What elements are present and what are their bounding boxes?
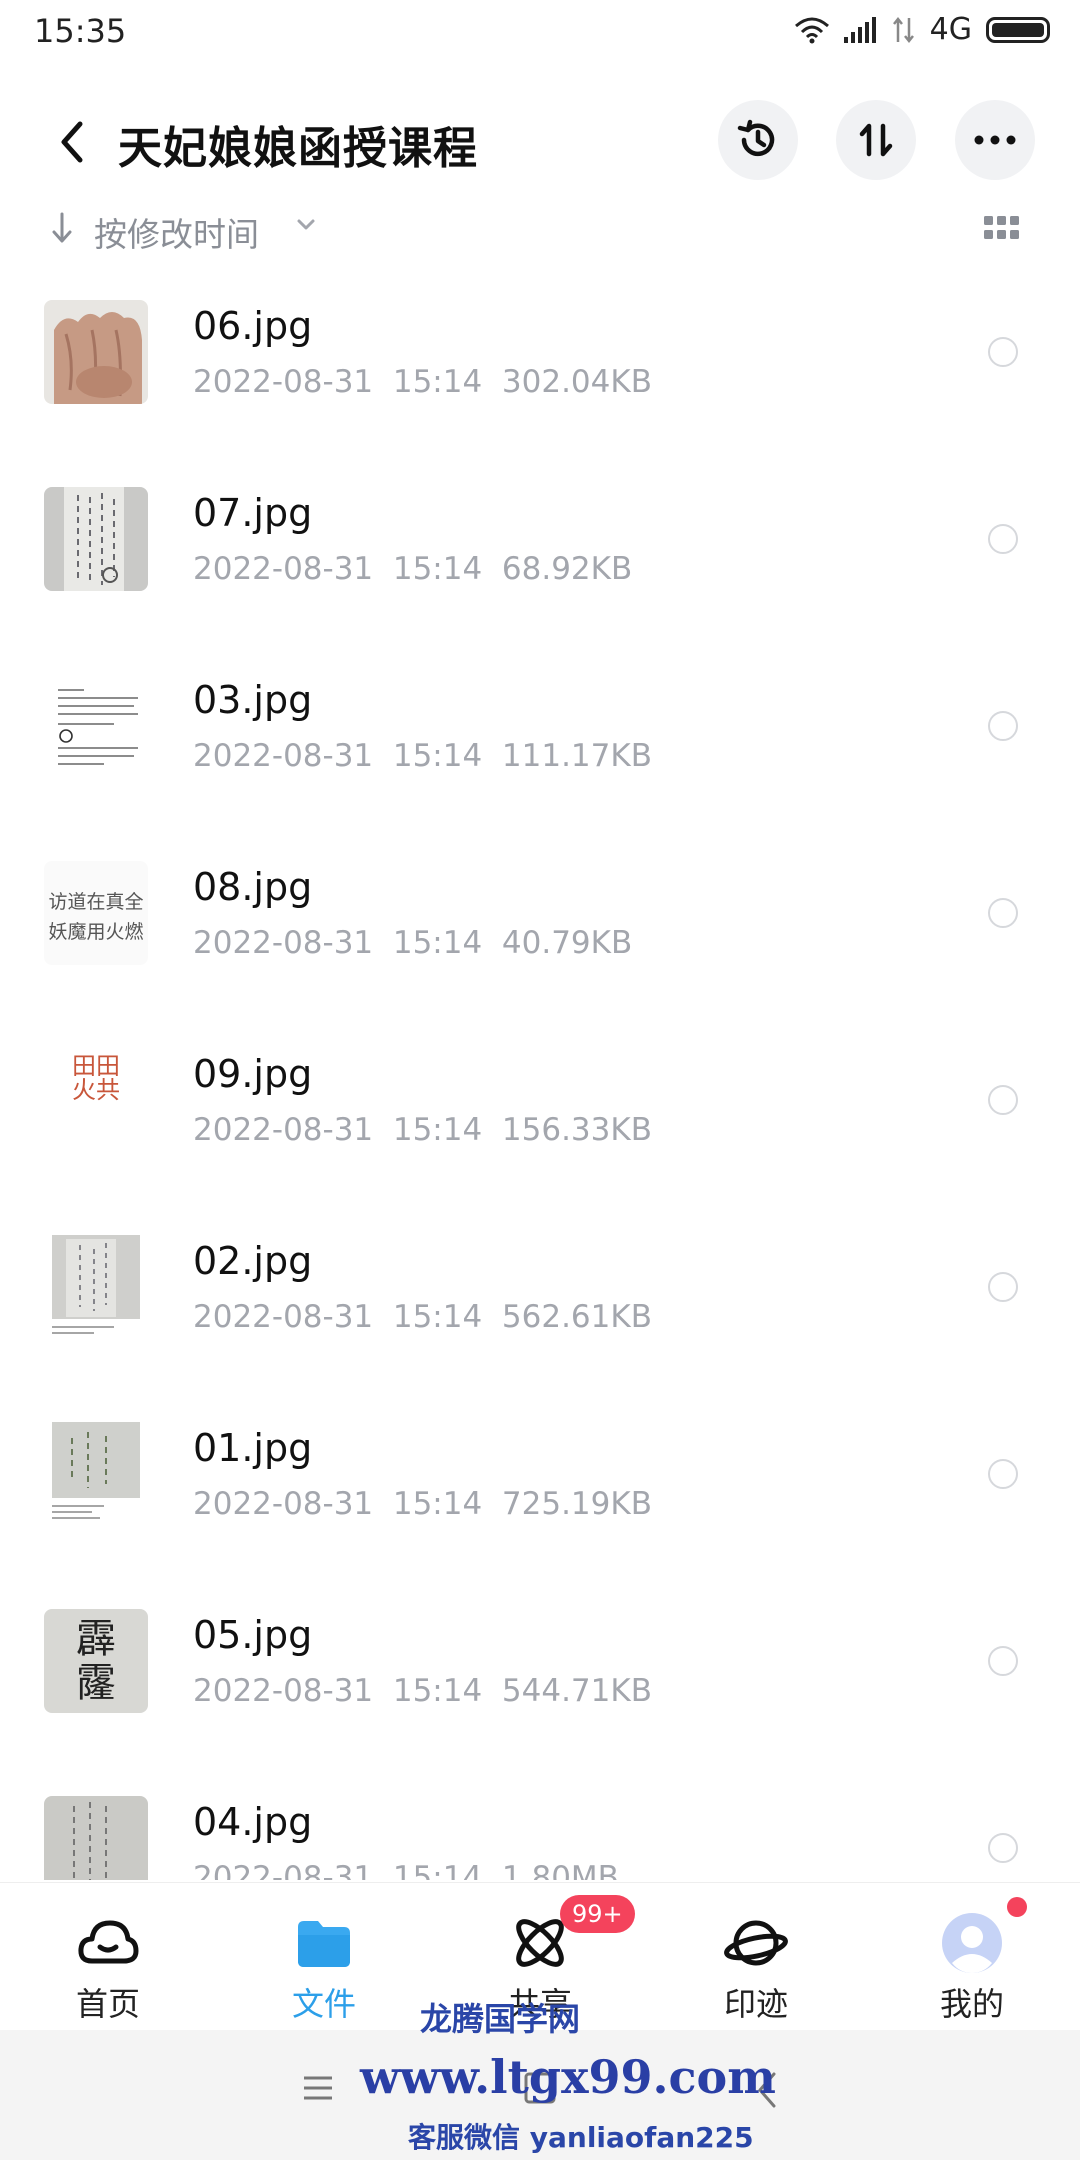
menu-icon[interactable] (300, 2070, 336, 2106)
nav-item-me[interactable]: 我的 (864, 1883, 1080, 2031)
file-thumbnail: 访道在真全 妖魔用火燃 (44, 861, 148, 965)
chevron-left-icon (61, 121, 83, 163)
arrow-down-icon (52, 212, 72, 243)
file-thumbnail (44, 487, 148, 591)
select-radio[interactable] (988, 1459, 1018, 1489)
file-name: 09.jpg (193, 1052, 313, 1096)
status-bar: 15:35 4G (0, 0, 1080, 66)
thumbnail-calligraphy: 田田火共 (72, 1052, 120, 1104)
file-name: 03.jpg (193, 678, 313, 722)
file-thumbnail (44, 1422, 148, 1526)
select-radio[interactable] (988, 711, 1018, 741)
status-time: 15:35 (34, 12, 127, 50)
scan-photo-thumbnail (44, 1235, 148, 1339)
nav-item-files[interactable]: 文件 (216, 1883, 432, 2031)
file-row[interactable]: 访道在真全 妖魔用火燃 08.jpg 2022-08-31 15:14 40.7… (0, 841, 1080, 1028)
file-row[interactable]: 01.jpg 2022-08-31 15:14 725.19KB (0, 1402, 1080, 1589)
file-name: 05.jpg (193, 1613, 313, 1657)
nav-label: 文件 (291, 1985, 356, 2023)
file-meta: 2022-08-31 15:14 111.17KB (193, 738, 652, 774)
file-thumbnail: 田田火共 (44, 1048, 148, 1152)
notification-dot (1007, 1897, 1027, 1917)
talisman-photo-thumbnail (44, 487, 148, 591)
planet-icon (724, 1920, 788, 1966)
file-row[interactable]: 02.jpg 2022-08-31 15:14 562.61KB (0, 1215, 1080, 1402)
file-row[interactable]: 田田火共 09.jpg 2022-08-31 15:14 156.33KB (0, 1028, 1080, 1215)
nav-item-home[interactable]: 首页 (0, 1883, 216, 2031)
file-name: 01.jpg (193, 1426, 313, 1470)
nav-item-traces[interactable]: 印迹 (648, 1883, 864, 2031)
file-thumbnail: 霹霳 (44, 1609, 148, 1713)
select-radio[interactable] (988, 1833, 1018, 1863)
header: 天妃娘娘函授课程 (0, 92, 1080, 192)
file-thumbnail (44, 1235, 148, 1339)
file-name: 07.jpg (193, 491, 313, 535)
select-radio[interactable] (988, 337, 1018, 367)
file-name: 06.jpg (193, 304, 313, 348)
fist-photo-thumbnail (44, 300, 148, 404)
wifi-icon (794, 17, 829, 43)
nav-label: 印迹 (723, 1985, 788, 2023)
file-row[interactable]: 06.jpg 2022-08-31 15:14 302.04KB (0, 280, 1080, 467)
network-type: 4G (929, 12, 972, 47)
folder-icon (298, 1921, 350, 1967)
file-name: 02.jpg (193, 1239, 313, 1283)
sort-updown-icon (859, 123, 893, 157)
scan-photo-thumbnail (44, 1796, 148, 1880)
cloud-icon (78, 1920, 139, 1964)
sort-selector[interactable]: 按修改时间 (94, 208, 259, 256)
file-meta: 2022-08-31 15:14 40.79KB (193, 925, 633, 961)
data-transfer-icon (892, 16, 914, 43)
select-radio[interactable] (988, 524, 1018, 554)
sort-bar: 按修改时间 (0, 200, 1080, 260)
file-meta: 2022-08-31 15:14 725.19KB (193, 1486, 652, 1522)
file-name: 04.jpg (193, 1800, 313, 1844)
watermark-url: www.ltgx99.com (360, 2050, 776, 2104)
file-row[interactable]: 04.jpg 2022-08-31 15:14 1.80MB (0, 1776, 1080, 1880)
battery-icon (986, 16, 1050, 43)
file-name: 08.jpg (193, 865, 313, 909)
file-meta: 2022-08-31 15:14 544.71KB (193, 1673, 652, 1709)
nav-label: 首页 (75, 1985, 140, 2023)
avatar-icon (942, 1913, 1002, 1973)
nav-label: 我的 (939, 1985, 1004, 2023)
file-row[interactable]: 03.jpg 2022-08-31 15:14 111.17KB (0, 654, 1080, 841)
file-row[interactable]: 07.jpg 2022-08-31 15:14 68.92KB (0, 467, 1080, 654)
watermark-contact: 客服微信 yanliaofan225 (408, 2121, 754, 2154)
page-title: 天妃娘娘函授课程 (118, 123, 478, 174)
status-icons: 4G (794, 12, 1050, 47)
chevron-down-icon[interactable] (296, 218, 316, 232)
file-meta: 2022-08-31 15:14 302.04KB (193, 364, 652, 400)
more-button[interactable] (955, 100, 1035, 180)
watermark-site-name: 龙腾国学网 (420, 2000, 581, 2038)
file-thumbnail (44, 300, 148, 404)
file-thumbnail (44, 674, 148, 778)
select-radio[interactable] (988, 1646, 1018, 1676)
history-button[interactable] (718, 100, 798, 180)
thumbnail-text-line: 妖魔用火燃 (48, 921, 144, 943)
scan-photo-thumbnail (44, 1422, 148, 1526)
file-list: 06.jpg 2022-08-31 15:14 302.04KB 07.jpg … (0, 280, 1080, 1880)
back-button[interactable] (44, 114, 100, 170)
notification-badge: 99+ (560, 1895, 635, 1933)
file-row[interactable]: 霹霳 05.jpg 2022-08-31 15:14 544.71KB (0, 1589, 1080, 1776)
file-meta: 2022-08-31 15:14 1.80MB (193, 1860, 619, 1880)
select-radio[interactable] (988, 1272, 1018, 1302)
file-meta: 2022-08-31 15:14 156.33KB (193, 1112, 652, 1148)
signal-icon (843, 16, 876, 43)
thumbnail-calligraphy: 霹霳 (76, 1616, 116, 1706)
file-thumbnail (44, 1796, 148, 1880)
more-dots-icon (974, 135, 1016, 145)
transfer-button[interactable] (836, 100, 916, 180)
select-radio[interactable] (988, 1085, 1018, 1115)
thumbnail-text-line: 访道在真全 (48, 891, 144, 913)
file-meta: 2022-08-31 15:14 68.92KB (193, 551, 633, 587)
file-meta: 2022-08-31 15:14 562.61KB (193, 1299, 652, 1335)
grid-view-icon[interactable] (984, 216, 1020, 242)
history-icon (737, 119, 775, 157)
document-thumbnail (44, 674, 148, 778)
select-radio[interactable] (988, 898, 1018, 928)
